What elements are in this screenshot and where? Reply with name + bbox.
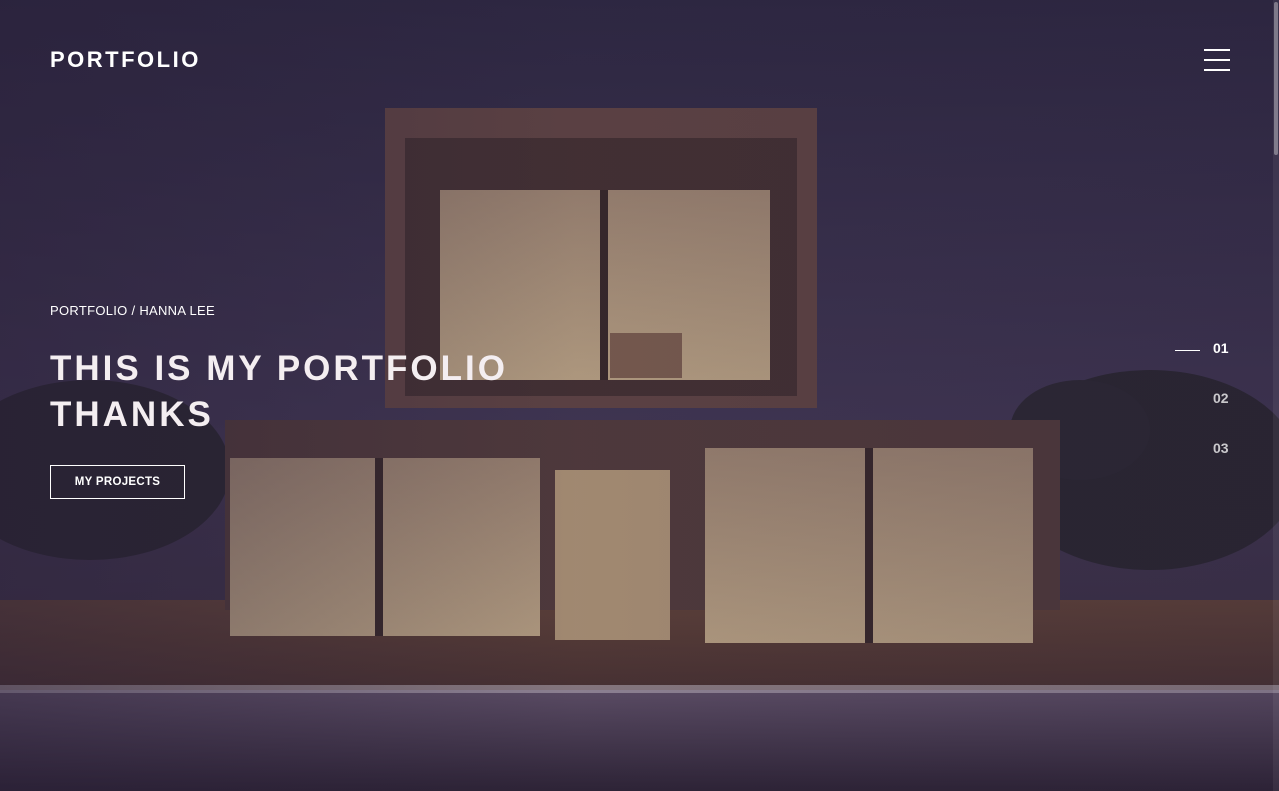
- headline-line-1: THIS IS MY PORTFOLIO: [50, 349, 508, 388]
- menu-bar: [1204, 49, 1230, 51]
- scrollbar[interactable]: [1273, 0, 1279, 791]
- headline-line-2: THANKS: [50, 395, 214, 434]
- hamburger-menu-icon[interactable]: [1204, 49, 1230, 71]
- hero-headline: THIS IS MY PORTFOLIO THANKS: [50, 346, 508, 438]
- slide-nav-03[interactable]: 03: [1213, 440, 1279, 456]
- menu-bar: [1204, 69, 1230, 71]
- slide-nav-01[interactable]: 01: [1213, 340, 1279, 356]
- breadcrumb: PORTFOLIO / HANNA LEE: [50, 303, 215, 318]
- slide-nav-02[interactable]: 02: [1213, 390, 1279, 406]
- active-slide-indicator-line: [1175, 350, 1200, 351]
- menu-bar: [1204, 59, 1230, 61]
- my-projects-button[interactable]: MY PROJECTS: [50, 465, 185, 499]
- site-logo[interactable]: PORTFOLIO: [50, 47, 201, 73]
- scrollbar-thumb[interactable]: [1274, 2, 1278, 155]
